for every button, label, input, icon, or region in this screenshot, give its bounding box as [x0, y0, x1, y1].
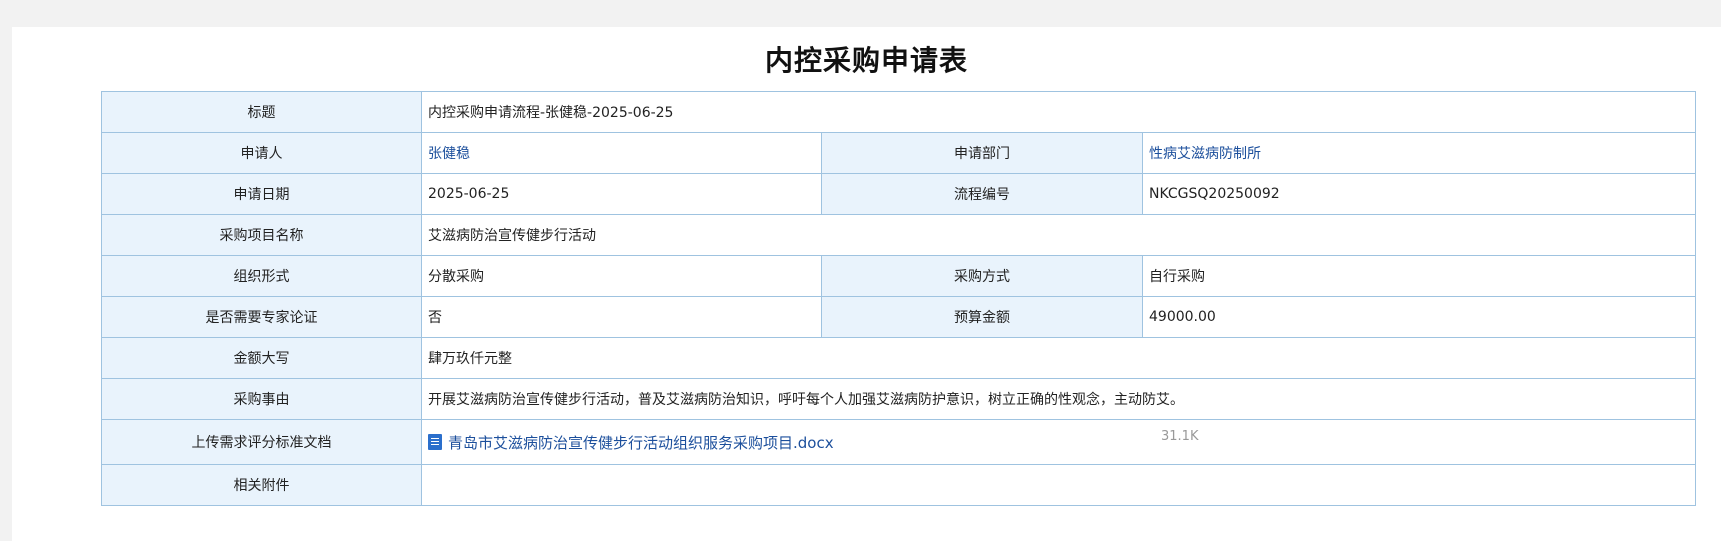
title-value: 内控采购申请流程-张健稳-2025-06-25	[421, 91, 1696, 133]
applicant-label: 申请人	[101, 132, 422, 174]
apply-date-value: 2025-06-25	[421, 173, 822, 215]
row-expert: 是否需要专家论证 否 预算金额 49000.00	[101, 296, 1696, 338]
row-reason: 采购事由 开展艾滋病防治宣传健步行活动，普及艾滋病防治知识，呼吁每个人加强艾滋病…	[101, 378, 1696, 420]
row-project: 采购项目名称 艾滋病防治宣传健步行活动	[101, 214, 1696, 256]
file-name-link[interactable]: 青岛市艾滋病防治宣传健步行活动组织服务采购项目.docx	[448, 432, 834, 453]
department-link[interactable]: 性病艾滋病防制所	[1149, 146, 1261, 162]
row-date: 申请日期 2025-06-25 流程编号 NKCGSQ20250092	[101, 173, 1696, 215]
upload-doc-cell: 青岛市艾滋病防治宣传健步行活动组织服务采购项目.docx 31.1K	[421, 419, 1696, 465]
row-attachments: 相关附件	[101, 464, 1696, 506]
reason-label: 采购事由	[101, 378, 422, 420]
purchase-request-form: 标题 内控采购申请流程-张健稳-2025-06-25 申请人 张健稳 申请部门 …	[101, 91, 1696, 506]
reason-value: 开展艾滋病防治宣传健步行活动，普及艾滋病防治知识，呼吁每个人加强艾滋病防护意识，…	[421, 378, 1696, 420]
apply-date-label: 申请日期	[101, 173, 422, 215]
org-form-label: 组织形式	[101, 255, 422, 297]
row-amount: 金额大写 肆万玖仟元整	[101, 337, 1696, 379]
expert-review-value: 否	[421, 296, 822, 338]
row-org: 组织形式 分散采购 采购方式 自行采购	[101, 255, 1696, 297]
docx-file-icon	[428, 434, 442, 450]
attachments-label: 相关附件	[101, 464, 422, 506]
purchase-method-value: 自行采购	[1142, 255, 1696, 297]
purchase-method-label: 采购方式	[821, 255, 1143, 297]
amount-upper-value: 肆万玖仟元整	[421, 337, 1696, 379]
department-cell: 性病艾滋病防制所	[1142, 132, 1696, 174]
row-title: 标题 内控采购申请流程-张健稳-2025-06-25	[101, 91, 1696, 133]
applicant-link[interactable]: 张健稳	[428, 146, 470, 162]
project-name-value: 艾滋病防治宣传健步行活动	[421, 214, 1696, 256]
title-label: 标题	[101, 91, 422, 133]
department-label: 申请部门	[821, 132, 1143, 174]
attachments-value	[421, 464, 1696, 506]
file-size: 31.1K	[1161, 429, 1199, 444]
budget-label: 预算金额	[821, 296, 1143, 338]
project-name-label: 采购项目名称	[101, 214, 422, 256]
process-no-label: 流程编号	[821, 173, 1143, 215]
budget-value: 49000.00	[1142, 296, 1696, 338]
applicant-cell: 张健稳	[421, 132, 822, 174]
expert-review-label: 是否需要专家论证	[101, 296, 422, 338]
form-page: 内控采购申请表 标题 内控采购申请流程-张健稳-2025-06-25 申请人 张…	[12, 27, 1721, 541]
amount-upper-label: 金额大写	[101, 337, 422, 379]
process-no-value: NKCGSQ20250092	[1142, 173, 1696, 215]
org-form-value: 分散采购	[421, 255, 822, 297]
file-entry: 青岛市艾滋病防治宣传健步行活动组织服务采购项目.docx 31.1K	[428, 420, 1689, 464]
upload-doc-label: 上传需求评分标准文档	[101, 419, 422, 465]
page-title: 内控采购申请表	[764, 44, 968, 77]
row-applicant: 申请人 张健稳 申请部门 性病艾滋病防制所	[101, 132, 1696, 174]
row-upload: 上传需求评分标准文档 青岛市艾滋病防治宣传健步行活动组织服务采购项目.docx …	[101, 419, 1696, 465]
